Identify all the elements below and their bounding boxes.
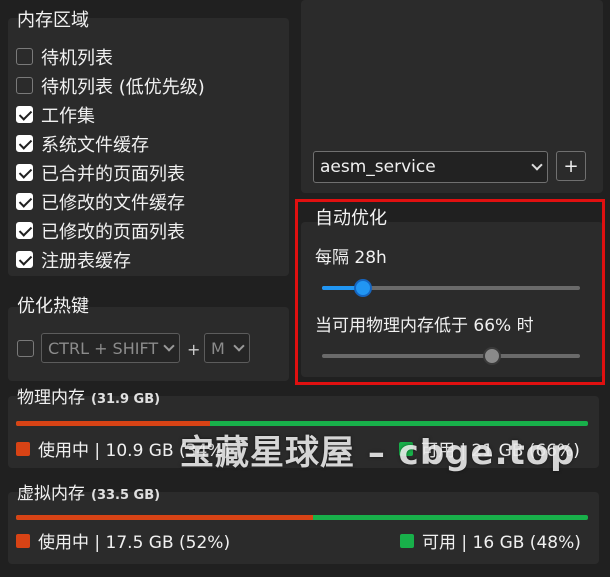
watermark-text: 宝藏星球屋 – cbge.top (180, 433, 576, 473)
used-swatch (16, 441, 30, 456)
virtual-memory-used-fill (16, 515, 314, 520)
chevron-down-icon (531, 159, 543, 171)
used-swatch (16, 533, 30, 548)
hotkey-title: 优化热键 (17, 296, 89, 317)
virtual-memory-free-legend: 可用 | 16 GB (48%) (400, 528, 581, 553)
chevron-down-icon (233, 340, 245, 352)
hotkey-key-value: M (211, 338, 225, 358)
process-select[interactable]: aesm_service (313, 151, 548, 183)
check-label: 已修改的页面列表 (41, 221, 185, 243)
virtual-memory-used-text: 使用中 | 17.5 GB (52%) (38, 533, 231, 553)
check-label: 已合并的页面列表 (41, 163, 185, 185)
checkbox[interactable] (16, 193, 33, 210)
checkbox[interactable] (16, 251, 33, 268)
checkbox[interactable] (16, 222, 33, 239)
memory-area-title: 内存区域 (17, 10, 89, 31)
check-item-combined-page-list[interactable]: 已合并的页面列表 (16, 158, 205, 187)
check-label: 工作集 (41, 105, 95, 127)
checkbox[interactable] (16, 77, 33, 94)
virtual-memory-bar (16, 515, 588, 520)
check-label: 待机列表 (41, 47, 113, 69)
check-item-modified-page-list[interactable]: 已修改的页面列表 (16, 216, 205, 245)
check-item-system-file-cache[interactable]: 系统文件缓存 (16, 129, 205, 158)
hotkey-modifier-select[interactable]: CTRL + SHIFT (41, 333, 180, 363)
check-label: 注册表缓存 (41, 250, 131, 272)
interval-label: 每隔 28h (315, 248, 387, 268)
checkbox[interactable] (16, 135, 33, 152)
check-item-registry-cache[interactable]: 注册表缓存 (16, 245, 205, 274)
hotkey-key-select[interactable]: M (204, 333, 250, 363)
hotkey-enable-checkbox[interactable] (17, 340, 34, 357)
add-process-button[interactable]: + (556, 151, 586, 181)
checkbox[interactable] (16, 164, 33, 181)
interval-slider[interactable] (322, 279, 580, 297)
physical-memory-title: 物理内存 (31.9 GB) (17, 383, 160, 408)
auto-optimize-title: 自动优化 (315, 208, 387, 229)
check-label: 系统文件缓存 (41, 134, 149, 156)
process-selected-value: aesm_service (320, 157, 436, 177)
hotkey-plus-separator: + (187, 340, 201, 359)
check-item-standby[interactable]: 待机列表 (16, 42, 205, 71)
checkbox[interactable] (16, 48, 33, 65)
checkbox[interactable] (16, 106, 33, 123)
check-item-standby-low-priority[interactable]: 待机列表 (低优先级) (16, 71, 205, 100)
physical-memory-total: (31.9 GB) (91, 392, 161, 407)
memory-area-list: 待机列表 待机列表 (低优先级) 工作集 系统文件缓存 已合并的页面列表 已修改… (16, 42, 205, 274)
free-swatch (400, 533, 414, 548)
check-item-working-set[interactable]: 工作集 (16, 100, 205, 129)
threshold-slider[interactable] (322, 347, 580, 365)
threshold-label: 当可用物理内存低于 66% 时 (315, 316, 534, 336)
check-item-modified-file-cache[interactable]: 已修改的文件缓存 (16, 187, 205, 216)
hotkey-modifier-value: CTRL + SHIFT (48, 338, 159, 358)
virtual-memory-total: (33.5 GB) (91, 488, 161, 503)
virtual-memory-title: 虚拟内存 (33.5 GB) (17, 479, 160, 504)
check-label: 已修改的文件缓存 (41, 192, 185, 214)
virtual-memory-used-legend: 使用中 | 17.5 GB (52%) (16, 528, 230, 553)
virtual-memory-free-text: 可用 | 16 GB (48%) (422, 533, 581, 553)
check-label: 待机列表 (低优先级) (41, 76, 205, 98)
physical-memory-label: 物理内存 (17, 388, 85, 408)
virtual-memory-label: 虚拟内存 (17, 484, 85, 504)
chevron-down-icon (163, 340, 175, 352)
